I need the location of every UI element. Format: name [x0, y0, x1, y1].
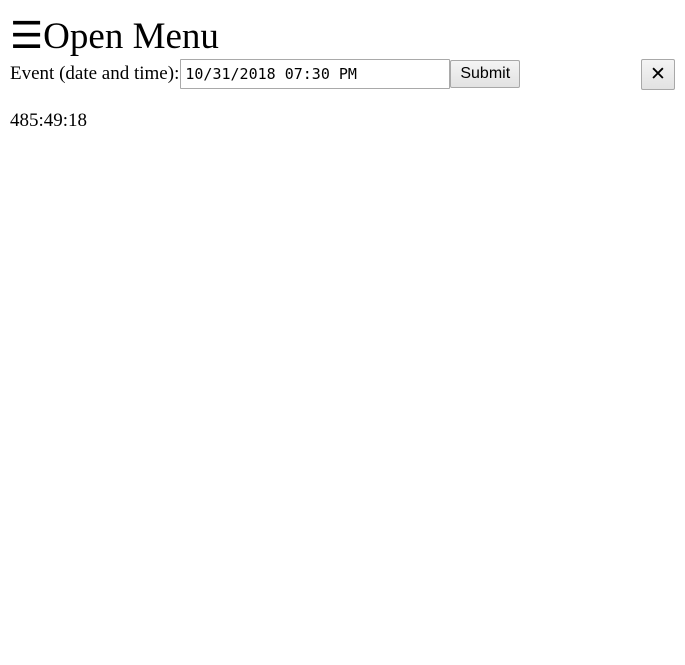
- open-menu-label: Open Menu: [43, 16, 219, 57]
- submit-button[interactable]: Submit: [450, 60, 521, 88]
- countdown-timer: 485:49:18: [10, 110, 88, 131]
- event-datetime-label: Event (date and time):: [10, 63, 180, 84]
- event-datetime-input[interactable]: [180, 59, 451, 89]
- close-button[interactable]: ✕: [641, 59, 675, 90]
- hamburger-icon: ☰: [10, 16, 44, 57]
- close-icon: ✕: [650, 63, 666, 85]
- open-menu-toggle[interactable]: ☰Open Menu: [10, 14, 219, 60]
- event-form: Event (date and time): Submit: [10, 59, 521, 89]
